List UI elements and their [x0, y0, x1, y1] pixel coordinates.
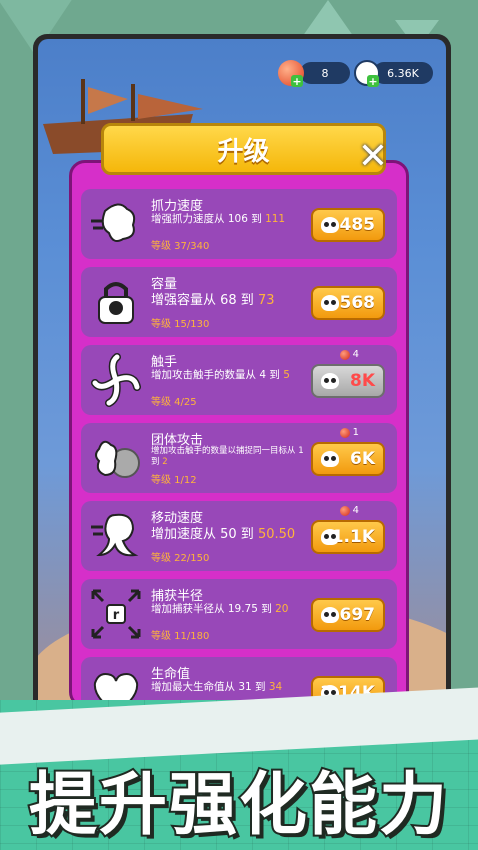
skull-icon	[321, 607, 339, 623]
upgrade-item-move-speed: 4 移动速度 增加速度从 50 到 50.50 等级 22/150 1.1K	[81, 501, 397, 571]
cost-text: 6K	[349, 449, 375, 469]
gem-counter: 8	[300, 62, 350, 84]
upgrade-list[interactable]: 抓力速度 增强抓力速度从 106 到 111 等级 37/340 485 容量	[81, 189, 397, 701]
desc-value: 34	[268, 681, 283, 693]
skull-icon	[321, 529, 339, 545]
promo-slogan: 提升强化能力	[27, 764, 449, 847]
upgrade-description: 增加最大生命值从 31 到 34	[151, 681, 311, 694]
desc-value: 73	[257, 293, 275, 308]
upgrade-level: 等级 11/180	[151, 631, 210, 642]
move-speed-icon	[91, 513, 139, 557]
required-count: 4	[352, 505, 359, 516]
desc-value: 5	[283, 369, 290, 381]
tentacle-icon	[91, 353, 141, 407]
upgrade-title: 移动速度	[151, 511, 204, 526]
desc-text: 增加攻击触手的数量从 4 到	[151, 369, 284, 381]
gem-count-text: 8	[321, 66, 329, 80]
desc-text: 增加最大生命值从 31 到	[151, 681, 269, 693]
upgrade-title: 捕获半径	[151, 589, 204, 604]
upgrade-description: 增加捕获半径从 19.75 到 20	[151, 603, 311, 616]
cost-text: 8K	[349, 371, 375, 391]
required-gems: 4	[339, 505, 359, 516]
heart-icon	[93, 673, 139, 701]
skull-counter: 6.36K	[373, 62, 433, 84]
orange-ball-icon	[339, 427, 350, 438]
upgrade-level: 等级 37/340	[151, 241, 210, 252]
upgrade-description: 增加速度从 50 到 50.50	[151, 528, 311, 541]
skull-count-text: 6.36K	[387, 66, 419, 80]
game-screen-frame: 8 + 6.36K + 升级 ✕ 抓力速度 增强抓力速度从 106 到 111 …	[33, 34, 451, 754]
upgrade-item-group-attack: 1 团体攻击 增加攻击触手的数量以捕捉同一目标从 1 到 2 等级 1/12 6…	[81, 423, 397, 493]
capture-radius-icon: r	[91, 589, 141, 639]
upgrade-buy-button[interactable]: 485	[311, 208, 385, 242]
desc-text: 增加捕获半径从 19.75 到	[151, 603, 276, 615]
upgrade-description: 增加攻击触手的数量以捕捉同一目标从 1 到 2	[151, 446, 311, 468]
desc-value: 20	[275, 603, 289, 615]
upgrade-title: 升级	[217, 136, 270, 167]
svg-text:r: r	[113, 608, 120, 623]
skull-icon	[321, 451, 339, 467]
upgrade-description: 增加攻击触手的数量从 4 到 5	[151, 369, 311, 382]
desc-text: 增强容量从 68 到	[151, 293, 258, 308]
desc-value: 111	[265, 213, 286, 225]
upgrade-description: 增强抓力速度从 106 到 111	[151, 213, 311, 226]
desc-text: 增加速度从 50 到	[151, 527, 258, 542]
desc-text: 增加攻击触手的数量以捕捉同一目标从 1 到	[151, 446, 304, 467]
upgrade-description: 增强容量从 68 到 73	[151, 294, 311, 307]
cost-text: 568	[339, 293, 376, 313]
upgrade-buy-button[interactable]: 697	[311, 598, 385, 632]
skull-icon	[321, 373, 339, 389]
desc-value: 50.50	[257, 527, 296, 542]
group-attack-icon	[95, 440, 140, 478]
skull-icon	[321, 295, 339, 311]
add-gems-button[interactable]: +	[291, 75, 303, 87]
grab-speed-icon	[91, 203, 136, 242]
game-screen: 8 + 6.36K + 升级 ✕ 抓力速度 增强抓力速度从 106 到 111 …	[38, 39, 446, 749]
upgrade-title: 容量	[151, 277, 178, 292]
add-skulls-button[interactable]: +	[367, 75, 379, 87]
cost-text: 485	[339, 215, 376, 235]
upgrade-panel: 抓力速度 增强抓力速度从 106 到 111 等级 37/340 485 容量	[69, 160, 409, 708]
required-count: 4	[352, 349, 359, 360]
upgrade-title: 触手	[151, 355, 178, 370]
desc-value: 2	[162, 457, 168, 467]
upgrade-level: 等级 1/12	[151, 475, 197, 486]
close-icon[interactable]: ✕	[355, 139, 391, 175]
upgrade-item-capture-radius: r 捕获半径 增加捕获半径从 19.75 到 20 等级 11/180 697	[81, 579, 397, 649]
desc-text: 增强抓力速度从 106 到	[151, 213, 266, 225]
upgrade-title: 生命值	[151, 667, 191, 682]
required-gems: 4	[339, 349, 359, 360]
upgrade-level: 等级 15/130	[151, 319, 210, 330]
upgrade-title-banner: 升级	[101, 123, 386, 175]
orange-ball-icon	[339, 349, 350, 360]
upgrade-title: 抓力速度	[151, 199, 204, 214]
orange-ball-icon	[339, 505, 350, 516]
skull-icon	[321, 217, 339, 233]
upgrade-buy-button[interactable]: 568	[311, 286, 385, 320]
upgrade-item-capacity: 容量 增强容量从 68 到 73 等级 15/130 568	[81, 267, 397, 337]
upgrade-buy-button-disabled[interactable]: 8K	[311, 364, 385, 398]
cost-text: 697	[339, 605, 376, 625]
upgrade-item-grab-speed: 抓力速度 增强抓力速度从 106 到 111 等级 37/340 485	[81, 189, 397, 259]
capacity-lock-icon	[98, 282, 134, 324]
required-gems: 1	[339, 427, 359, 438]
upgrade-level: 等级 4/25	[151, 397, 197, 408]
required-count: 1	[352, 427, 359, 438]
upgrade-item-tentacle: 4 触手 增加攻击触手的数量从 4 到 5 等级 4/25 8K	[81, 345, 397, 415]
upgrade-buy-button[interactable]: 1.1K	[311, 520, 385, 554]
upgrade-buy-button[interactable]: 6K	[311, 442, 385, 476]
upgrade-level: 等级 22/150	[151, 553, 210, 564]
